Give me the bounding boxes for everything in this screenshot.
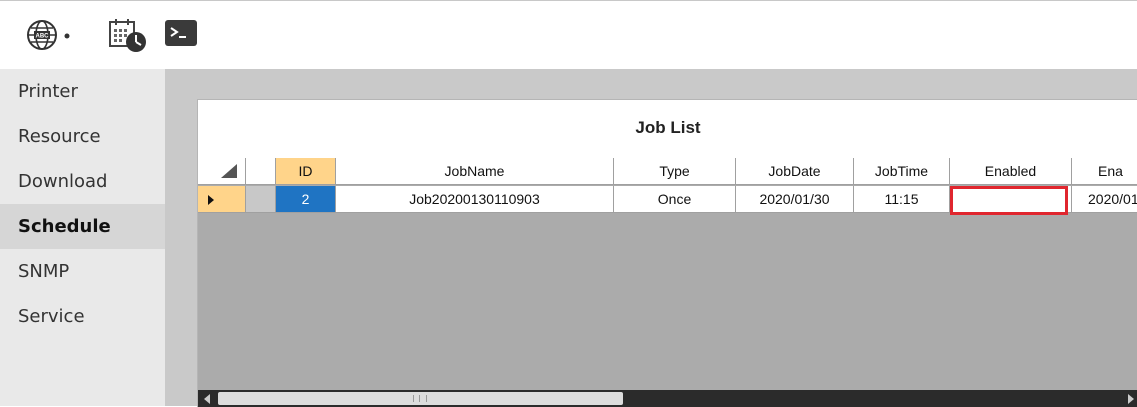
sidebar-item-schedule[interactable]: Schedule xyxy=(0,204,165,249)
globe-abc-icon[interactable]: ABC xyxy=(26,19,58,51)
toolbar: ABC xyxy=(0,1,1137,69)
job-grid: ID JobName Type JobDate JobTime Enabled … xyxy=(198,158,1137,407)
select-all-corner[interactable] xyxy=(198,158,246,185)
main-content: Job List ID JobName Type JobDate JobTime… xyxy=(165,69,1137,407)
cell-jobdate[interactable]: 2020/01/30 xyxy=(736,186,854,213)
row-pointer-icon xyxy=(208,195,214,205)
column-header-jobdate[interactable]: JobDate xyxy=(736,158,854,185)
column-header-ena[interactable]: Ena xyxy=(1072,158,1137,185)
sidebar-item-printer[interactable]: Printer xyxy=(0,69,165,114)
column-header-type[interactable]: Type xyxy=(614,158,736,185)
sidebar-item-download[interactable]: Download xyxy=(0,159,165,204)
row-checkbox-cell[interactable] xyxy=(246,186,276,213)
cell-jobname[interactable]: Job20200130110903 xyxy=(336,186,614,213)
scrollbar-thumb[interactable] xyxy=(218,392,623,405)
sidebar-item-snmp[interactable]: SNMP xyxy=(0,249,165,294)
column-header-jobname[interactable]: JobName xyxy=(336,158,614,185)
job-list-panel: Job List ID JobName Type JobDate JobTime… xyxy=(197,99,1137,407)
column-header-id[interactable]: ID xyxy=(276,158,336,185)
corner-triangle-icon xyxy=(221,164,237,178)
column-header-enabled[interactable]: Enabled xyxy=(950,158,1072,185)
scroll-left-arrow-icon[interactable] xyxy=(204,394,210,404)
scrollbar-grip-icon xyxy=(413,395,427,402)
sidebar-item-service[interactable]: Service xyxy=(0,294,165,339)
sidebar: Printer Resource Download Schedule SNMP … xyxy=(0,69,165,406)
dropdown-arrow-icon[interactable] xyxy=(64,33,70,39)
enabled-cell-highlight xyxy=(950,186,1068,215)
cell-ena[interactable]: 2020/01 xyxy=(1072,186,1137,213)
scroll-right-arrow-icon[interactable] xyxy=(1128,394,1134,404)
cell-id[interactable]: 2 xyxy=(276,186,336,213)
calendar-clock-icon[interactable] xyxy=(108,17,148,53)
cell-jobtime[interactable]: 11:15 xyxy=(854,186,950,213)
row-indicator[interactable] xyxy=(198,186,246,213)
terminal-icon[interactable] xyxy=(164,18,198,48)
globe-abc-text: ABC xyxy=(36,34,50,40)
column-header-jobtime[interactable]: JobTime xyxy=(854,158,950,185)
horizontal-scrollbar[interactable] xyxy=(198,390,1137,407)
panel-title: Job List xyxy=(635,118,701,137)
sidebar-item-resource[interactable]: Resource xyxy=(0,114,165,159)
row-header-col xyxy=(246,158,276,185)
cell-type[interactable]: Once xyxy=(614,186,736,213)
